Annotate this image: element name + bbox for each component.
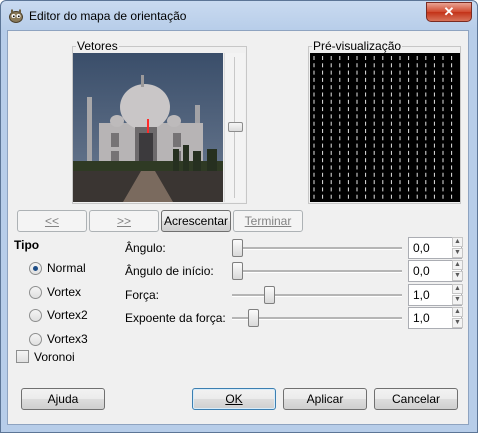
next-vector-label: >> [116,214,131,228]
radio-vortex2[interactable] [29,309,42,322]
vectors-frame-label: Vetores [76,39,119,53]
param-label: Ângulo: [125,241,166,255]
previous-vector-button[interactable]: << [17,210,87,232]
spin-up-icon[interactable]: ▲ [452,260,463,270]
close-icon: ✕ [443,4,455,19]
param-slider-track[interactable] [232,247,402,250]
title-bar: Editor do mapa de orientação ✕ [1,1,477,31]
radio-normal-label: Normal [47,261,86,275]
vector-editor-image[interactable] [73,53,223,202]
preview-frame-label: Pré-visualização [312,39,403,53]
spin-up-icon[interactable]: ▲ [452,237,463,247]
orientation-lines [313,56,453,199]
help-label: Ajuda [47,392,79,406]
finish-vector-label: Terminar [244,214,292,228]
spin-down-icon[interactable]: ▼ [452,318,463,328]
cancel-label: Cancelar [391,392,441,406]
spin-down-icon[interactable]: ▼ [452,248,463,258]
param-slider-track[interactable] [232,270,402,273]
add-vector-button[interactable]: Acrescentar [161,210,231,232]
param-value: 0,0 [413,241,430,255]
next-vector-button[interactable]: >> [89,210,159,232]
param-slider-thumb[interactable] [247,309,259,327]
param-slider-thumb[interactable] [232,262,243,280]
radio-vortex-label: Vortex [47,285,82,299]
param-value: 1,0 [413,311,430,325]
ok-button[interactable]: OK [192,388,276,410]
param-slider-thumb[interactable] [263,286,275,304]
ok-label: OK [225,392,243,406]
param-label: Ângulo de início: [125,264,214,278]
spin-down-icon[interactable]: ▼ [452,271,463,281]
close-button[interactable]: ✕ [426,2,472,22]
param-label: Força: [125,288,160,302]
finish-vector-button[interactable]: Terminar [233,210,303,232]
param-slider-track[interactable] [232,294,402,297]
window-title: Editor do mapa de orientação [29,9,187,23]
type-group-label: Tipo [14,238,40,252]
param-value: 0,0 [413,264,430,278]
spin-up-icon[interactable]: ▲ [452,307,463,317]
param-slider-thumb[interactable] [232,239,243,257]
voronoi-label: Voronoi [34,350,75,364]
param-spin-arrows: ▲ ▼ [452,284,463,306]
help-button[interactable]: Ajuda [21,388,105,410]
spin-up-icon[interactable]: ▲ [452,284,463,294]
apply-button[interactable]: Aplicar [283,388,367,410]
orientation-preview [310,53,460,202]
add-vector-label: Acrescentar [163,214,229,228]
voronoi-checkbox[interactable] [16,350,29,363]
radio-normal[interactable] [29,262,42,275]
cancel-button[interactable]: Cancelar [374,388,458,410]
scrollbar-thumb[interactable] [228,122,243,132]
radio-vortex[interactable] [29,286,42,299]
gimp-app-icon [9,9,23,23]
param-spin-arrows: ▲ ▼ [452,307,463,329]
radio-vortex3[interactable] [29,333,42,346]
spin-down-icon[interactable]: ▼ [452,295,463,305]
radio-vortex2-label: Vortex2 [47,308,88,322]
taj-mahal-photo [73,53,223,202]
param-spin-arrows: ▲ ▼ [452,260,463,282]
param-spin-arrows: ▲ ▼ [452,237,463,259]
radio-vortex3-label: Vortex3 [47,332,88,346]
param-value: 1,0 [413,288,430,302]
param-label: Expoente da força: [125,311,226,325]
vector-scrollbar[interactable] [224,53,245,202]
apply-label: Aplicar [306,392,344,406]
previous-vector-label: << [44,214,59,228]
